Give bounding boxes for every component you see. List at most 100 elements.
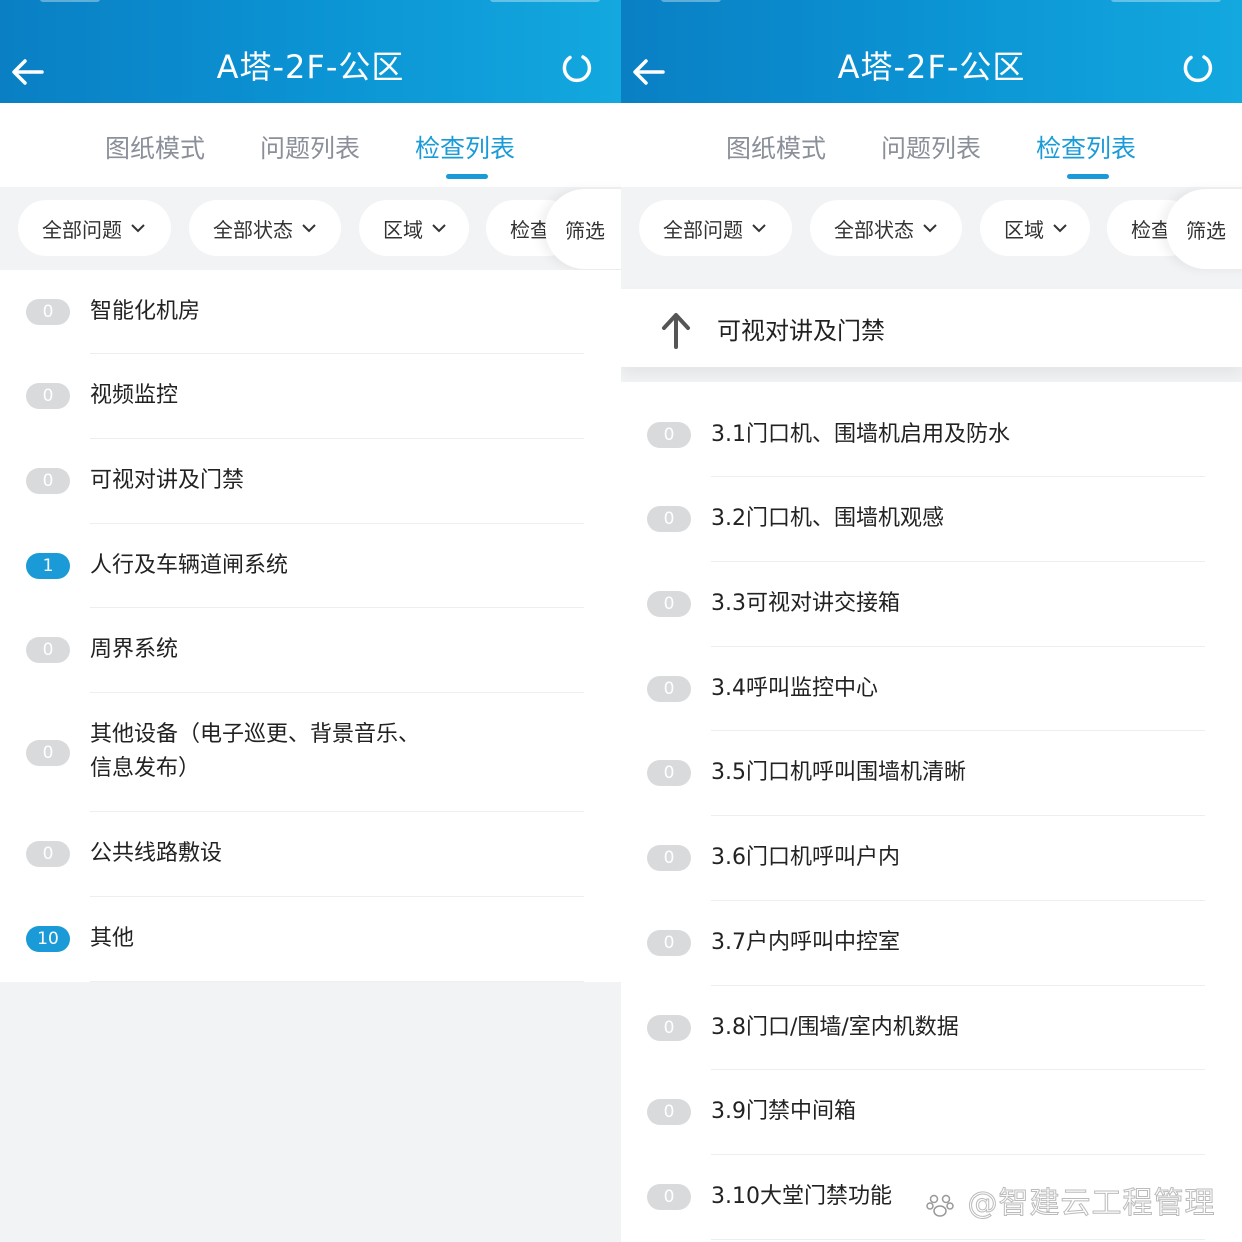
list-item[interactable]: 0 视频监控: [0, 354, 621, 439]
tab-bar: 图纸模式 问题列表 检查列表: [621, 103, 1242, 187]
status-bar-fragment: [661, 0, 721, 2]
list-item[interactable]: 0 3.2门口机、围墙机观感: [621, 477, 1242, 562]
status-bar-fragment: [1111, 0, 1221, 2]
item-label: 3.3可视对讲交接箱: [711, 591, 900, 616]
list-item[interactable]: 0 3.3可视对讲交接箱: [621, 562, 1242, 647]
app-header: A塔-2F-公区: [0, 0, 621, 103]
count-badge: 0: [647, 845, 691, 871]
refresh-button[interactable]: [561, 52, 593, 84]
check-item-list: 0 3.1门口机、围墙机启用及防水 0 3.2门口机、围墙机观感 0 3.3可视…: [621, 382, 1242, 1242]
paw-icon: [926, 1194, 954, 1217]
item-label: 周界系统: [90, 637, 179, 662]
parent-category-bar[interactable]: 可视对讲及门禁: [621, 289, 1242, 367]
list-item[interactable]: 0 3.5门口机呼叫围墙机清晰: [621, 731, 1242, 816]
refresh-icon: [1183, 55, 1213, 83]
page-title: A塔-2F-公区: [216, 48, 405, 86]
item-label: 其他: [90, 926, 135, 951]
chevron-down-icon: [923, 224, 937, 233]
item-label: 智能化机房: [90, 299, 201, 324]
list-item[interactable]: 0 公共线路敷设: [0, 812, 621, 897]
item-label: 3.10大堂门禁功能: [711, 1184, 892, 1209]
check-filter-label: 检查: [510, 217, 550, 242]
tab-bar: 图纸模式 问题列表 检查列表: [0, 103, 621, 187]
item-label: 人行及车辆道闸系统: [90, 553, 289, 578]
issue-filter-dropdown[interactable]: 全部问题: [639, 200, 792, 256]
list-item[interactable]: 0 其他设备（电子巡更、背景音乐、 信息发布）: [0, 693, 621, 812]
area-filter-dropdown[interactable]: 区域: [980, 200, 1090, 256]
watermark: @智建云工程管理: [925, 1178, 1216, 1222]
status-bar-fragment: [490, 0, 600, 2]
tab-drawing-mode[interactable]: 图纸模式: [105, 129, 205, 165]
check-filter-label: 检查: [1131, 217, 1171, 242]
arrow-up-icon: [662, 313, 690, 349]
filter-button[interactable]: 筛选: [545, 189, 621, 269]
list-item[interactable]: 1 人行及车辆道闸系统: [0, 524, 621, 608]
issue-filter-dropdown[interactable]: 全部问题: [18, 200, 171, 256]
filter-button[interactable]: 筛选: [1166, 189, 1242, 269]
app-header: A塔-2F-公区: [621, 0, 1242, 103]
count-badge: 0: [26, 468, 70, 494]
parent-category-label: 可视对讲及门禁: [717, 317, 885, 345]
watermark-text: @智建云工程管理: [967, 1186, 1216, 1222]
list-item[interactable]: 0 3.1门口机、围墙机启用及防水: [621, 382, 1242, 477]
list-item[interactable]: 0 周界系统: [0, 608, 621, 693]
list-item[interactable]: 10 其他: [0, 897, 621, 982]
count-badge: 0: [647, 676, 691, 702]
item-label-line-1: 其他设备（电子巡更、背景音乐、: [90, 722, 421, 747]
tab-issue-list[interactable]: 问题列表: [260, 129, 360, 165]
issue-filter-label: 全部问题: [663, 217, 743, 242]
left-screen: A塔-2F-公区 图纸模式 问题列表 检查列表 全部问题 全部状态 区域 检查: [0, 0, 621, 1242]
status-bar-fragment: [40, 0, 100, 2]
status-filter-dropdown[interactable]: 全部状态: [189, 200, 341, 256]
divider: [90, 981, 584, 982]
item-label: 3.4呼叫监控中心: [711, 676, 878, 701]
list-item[interactable]: 0 3.7户内呼叫中控室: [621, 901, 1242, 986]
item-label: 3.6门口机呼叫户内: [711, 845, 900, 870]
list-item[interactable]: 0 可视对讲及门禁: [0, 439, 621, 524]
tab-check-list[interactable]: 检查列表: [1036, 129, 1136, 165]
tab-drawing-mode[interactable]: 图纸模式: [726, 129, 826, 165]
tab-issue-list[interactable]: 问题列表: [881, 129, 981, 165]
active-tab-indicator: [446, 174, 488, 179]
item-label: 3.7户内呼叫中控室: [711, 930, 900, 955]
item-label: 可视对讲及门禁: [90, 468, 245, 493]
item-label: 3.8门口/围墙/室内机数据: [711, 1015, 959, 1040]
list-item[interactable]: 0 3.4呼叫监控中心: [621, 647, 1242, 731]
chevron-down-icon: [302, 224, 316, 233]
list-item[interactable]: 0 3.8门口/围墙/室内机数据: [621, 986, 1242, 1070]
status-filter-dropdown[interactable]: 全部状态: [810, 200, 962, 256]
count-badge: 0: [647, 930, 691, 956]
item-label: 公共线路敷设: [90, 841, 223, 866]
item-label: 3.1门口机、围墙机启用及防水: [711, 422, 1010, 447]
count-badge: 0: [647, 1099, 691, 1125]
tab-check-list[interactable]: 检查列表: [415, 129, 515, 165]
count-badge: 0: [26, 637, 70, 663]
chevron-down-icon: [1053, 224, 1067, 233]
item-label-line-2: 信息发布）: [90, 756, 201, 781]
area-filter-dropdown[interactable]: 区域: [359, 200, 469, 256]
chevron-down-icon: [752, 224, 766, 233]
status-filter-label: 全部状态: [213, 217, 293, 242]
list-item[interactable]: 0 3.6门口机呼叫户内: [621, 816, 1242, 901]
count-badge: 0: [647, 506, 691, 532]
issue-filter-label: 全部问题: [42, 217, 122, 242]
count-badge: 0: [647, 1015, 691, 1041]
count-badge: 0: [647, 1184, 691, 1210]
count-badge: 0: [647, 422, 691, 448]
item-label: 3.5门口机呼叫围墙机清晰: [711, 760, 966, 785]
page-title: A塔-2F-公区: [837, 48, 1026, 86]
filter-button-label: 筛选: [565, 218, 605, 243]
count-badge: 1: [26, 553, 70, 579]
count-badge: 0: [26, 299, 70, 325]
count-badge: 0: [26, 383, 70, 409]
chevron-down-icon: [131, 224, 145, 233]
item-label: 3.9门禁中间箱: [711, 1099, 856, 1124]
count-badge: 0: [647, 591, 691, 617]
divider: [711, 1239, 1205, 1240]
count-badge: 0: [26, 740, 70, 766]
list-item[interactable]: 0 3.9门禁中间箱: [621, 1070, 1242, 1155]
check-category-list: 0 智能化机房 0 视频监控 0 可视对讲及门禁 1 人行及车辆道闸系统 0 周…: [0, 270, 621, 982]
refresh-button[interactable]: [1182, 52, 1214, 84]
list-item[interactable]: 0 智能化机房: [0, 270, 621, 354]
filter-button-label: 筛选: [1186, 218, 1226, 243]
